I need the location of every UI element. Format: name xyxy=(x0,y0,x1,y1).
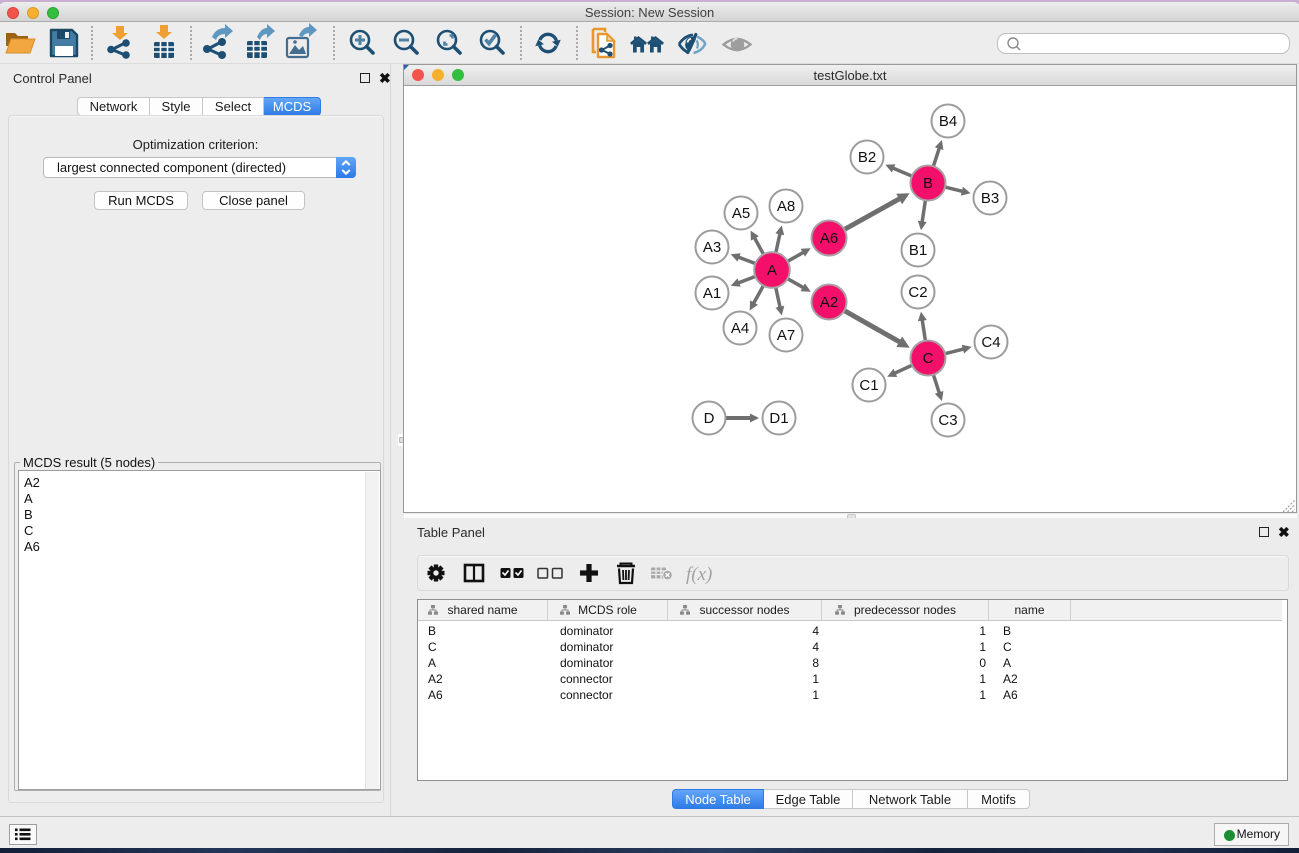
svg-text:f(x): f(x) xyxy=(686,564,712,585)
svg-text:C: C xyxy=(923,350,934,367)
svg-text:D1: D1 xyxy=(769,410,788,427)
svg-text:B1: B1 xyxy=(909,242,927,259)
svg-text:A5: A5 xyxy=(732,205,750,222)
svg-text:A6: A6 xyxy=(820,230,838,247)
svg-text:A4: A4 xyxy=(731,320,749,337)
svg-text:B4: B4 xyxy=(939,113,957,130)
svg-text:B: B xyxy=(923,175,933,192)
svg-text:C2: C2 xyxy=(908,284,927,301)
svg-text:C1: C1 xyxy=(859,377,878,394)
svg-text:C4: C4 xyxy=(981,334,1000,351)
svg-text:D: D xyxy=(704,410,715,427)
svg-text:A: A xyxy=(767,262,777,279)
svg-text:A2: A2 xyxy=(820,294,838,311)
svg-text:A7: A7 xyxy=(777,327,795,344)
svg-text:A3: A3 xyxy=(703,239,721,256)
svg-text:B3: B3 xyxy=(981,190,999,207)
svg-text:C3: C3 xyxy=(938,412,957,429)
svg-text:A1: A1 xyxy=(703,285,721,302)
svg-text:A8: A8 xyxy=(777,198,795,215)
svg-text:B2: B2 xyxy=(858,149,876,166)
